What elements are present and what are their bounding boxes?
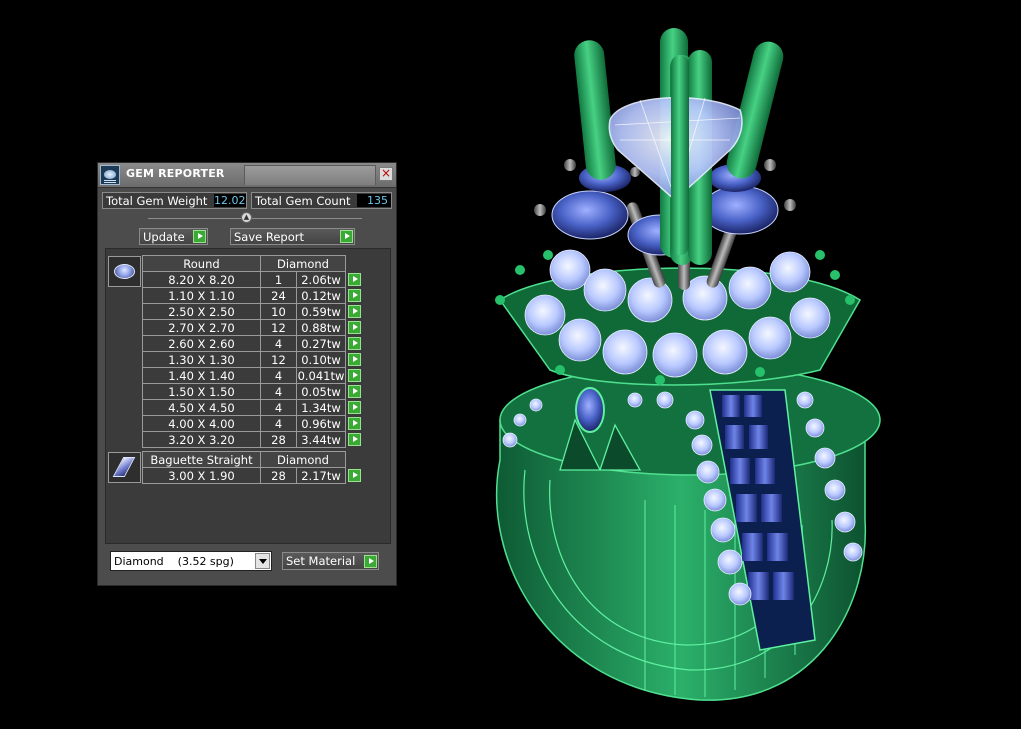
gem-weight: 1.34tw <box>296 399 346 416</box>
gem-size: 2.50 X 2.50 <box>142 303 261 320</box>
gem-size: 4.50 X 4.50 <box>142 399 261 416</box>
select-gems-button[interactable] <box>348 468 361 482</box>
round-gem-table: Round Diamond 8.20 X 8.20 1 2.06tw 1.10 … <box>142 255 363 448</box>
gem-size: 1.40 X 1.40 <box>142 367 261 384</box>
gem-weight: 0.27tw <box>296 335 346 352</box>
gem-size: 1.30 X 1.30 <box>142 351 261 368</box>
gem-row: 4.00 X 4.00 4 0.96tw <box>142 415 363 432</box>
gem-count: 28 <box>260 467 297 484</box>
select-gems-button[interactable] <box>348 288 361 302</box>
play-arrow-icon <box>340 230 353 243</box>
gem-weight: 0.041tw <box>296 367 346 384</box>
gem-row: 2.60 X 2.60 4 0.27tw <box>142 335 363 352</box>
gem-count: 28 <box>260 431 297 448</box>
gem-reporter-app-icon <box>100 165 120 185</box>
title-bar[interactable]: GEM REPORTER × <box>98 163 396 188</box>
gem-weight: 0.96tw <box>296 415 346 432</box>
gem-reporter-panel: GEM REPORTER × Total Gem Weight 12.02 To… <box>97 162 397 586</box>
gem-row: 8.20 X 8.20 1 2.06tw <box>142 271 363 288</box>
shape-header: Round <box>142 255 261 272</box>
select-gems-button[interactable] <box>348 336 361 350</box>
gem-size: 1.10 X 1.10 <box>142 287 261 304</box>
play-arrow-icon <box>193 230 206 243</box>
gem-weight: 3.44tw <box>296 431 346 448</box>
update-button[interactable]: Update <box>139 228 208 245</box>
splitter-line <box>148 218 362 219</box>
total-gem-weight-label: Total Gem Weight <box>106 194 208 208</box>
gem-size: 3.00 X 1.90 <box>142 467 261 484</box>
gem-count: 4 <box>260 399 297 416</box>
select-gems-button[interactable] <box>348 320 361 334</box>
gem-weight: 0.05tw <box>296 383 346 400</box>
side-accent-stone <box>575 387 605 433</box>
gem-count: 4 <box>260 415 297 432</box>
shape-header: Baguette Straight <box>142 451 261 468</box>
baguette-gem-table: Baguette Straight Diamond 3.00 X 1.90 28… <box>142 451 363 484</box>
gem-count: 4 <box>260 367 297 384</box>
material-dropdown[interactable]: Diamond (3.52 spg) <box>110 551 272 571</box>
gem-count: 12 <box>260 319 297 336</box>
save-report-button-label: Save Report <box>234 230 305 244</box>
select-gems-button[interactable] <box>348 432 361 446</box>
save-report-button[interactable]: Save Report <box>230 228 355 245</box>
gem-size: 4.00 X 4.00 <box>142 415 261 432</box>
gem-count: 24 <box>260 287 297 304</box>
total-gem-count-value: 135 <box>357 194 391 207</box>
total-gem-weight-value: 12.02 <box>214 194 246 207</box>
ring-3d-viewport[interactable] <box>440 0 1021 729</box>
gem-row: 1.10 X 1.10 24 0.12tw <box>142 287 363 304</box>
gem-weight: 0.12tw <box>296 287 346 304</box>
gem-count: 12 <box>260 351 297 368</box>
set-material-button[interactable]: Set Material <box>282 552 379 570</box>
total-gem-weight-box: Total Gem Weight 12.02 <box>102 192 247 209</box>
material-header: Diamond <box>260 451 346 468</box>
total-gem-count-label: Total Gem Count <box>255 194 351 208</box>
gem-count: 4 <box>260 335 297 352</box>
chevron-down-icon[interactable] <box>255 553 270 569</box>
gem-count: 4 <box>260 383 297 400</box>
gem-row: 3.00 X 1.90 28 2.17tw <box>142 467 363 484</box>
gem-size: 3.20 X 3.20 <box>142 431 261 448</box>
gem-count: 1 <box>260 271 297 288</box>
gem-list: Round Diamond 8.20 X 8.20 1 2.06tw 1.10 … <box>105 248 391 544</box>
gem-row: 1.50 X 1.50 4 0.05tw <box>142 383 363 400</box>
material-header: Diamond <box>260 255 346 272</box>
gem-size: 1.50 X 1.50 <box>142 383 261 400</box>
select-gems-button[interactable] <box>348 400 361 414</box>
select-gems-button[interactable] <box>348 272 361 286</box>
round-gem-icon <box>108 256 141 287</box>
gem-row: 1.40 X 1.40 4 0.041tw <box>142 367 363 384</box>
title-tab <box>244 165 376 185</box>
select-gems-button[interactable] <box>348 416 361 430</box>
gem-size: 2.70 X 2.70 <box>142 319 261 336</box>
select-gems-button[interactable] <box>348 368 361 382</box>
gem-row: 2.70 X 2.70 12 0.88tw <box>142 319 363 336</box>
baguette-gem-icon <box>108 452 141 483</box>
gem-weight: 2.17tw <box>296 467 346 484</box>
gem-size: 8.20 X 8.20 <box>142 271 261 288</box>
gem-weight: 0.88tw <box>296 319 346 336</box>
gem-row: 2.50 X 2.50 10 0.59tw <box>142 303 363 320</box>
gem-row: 1.30 X 1.30 12 0.10tw <box>142 351 363 368</box>
play-arrow-icon <box>364 555 377 568</box>
total-gem-count-box: Total Gem Count 135 <box>251 192 392 209</box>
gem-weight: 0.59tw <box>296 303 346 320</box>
panel-title: GEM REPORTER <box>126 167 225 180</box>
gem-weight: 0.10tw <box>296 351 346 368</box>
halo-stones <box>495 249 862 386</box>
gem-row: 4.50 X 4.50 4 1.34tw <box>142 399 363 416</box>
set-material-button-label: Set Material <box>286 554 356 568</box>
gem-row: 3.20 X 3.20 28 3.44tw <box>142 431 363 448</box>
gem-weight: 2.06tw <box>296 271 346 288</box>
collapse-toggle-icon[interactable]: ▲ <box>241 212 252 223</box>
select-gems-button[interactable] <box>348 304 361 318</box>
select-gems-button[interactable] <box>348 384 361 398</box>
material-dropdown-value: Diamond (3.52 spg) <box>114 555 234 568</box>
gem-count: 10 <box>260 303 297 320</box>
select-gems-button[interactable] <box>348 352 361 366</box>
close-icon[interactable]: × <box>379 167 393 181</box>
update-button-label: Update <box>143 230 185 244</box>
gem-size: 2.60 X 2.60 <box>142 335 261 352</box>
